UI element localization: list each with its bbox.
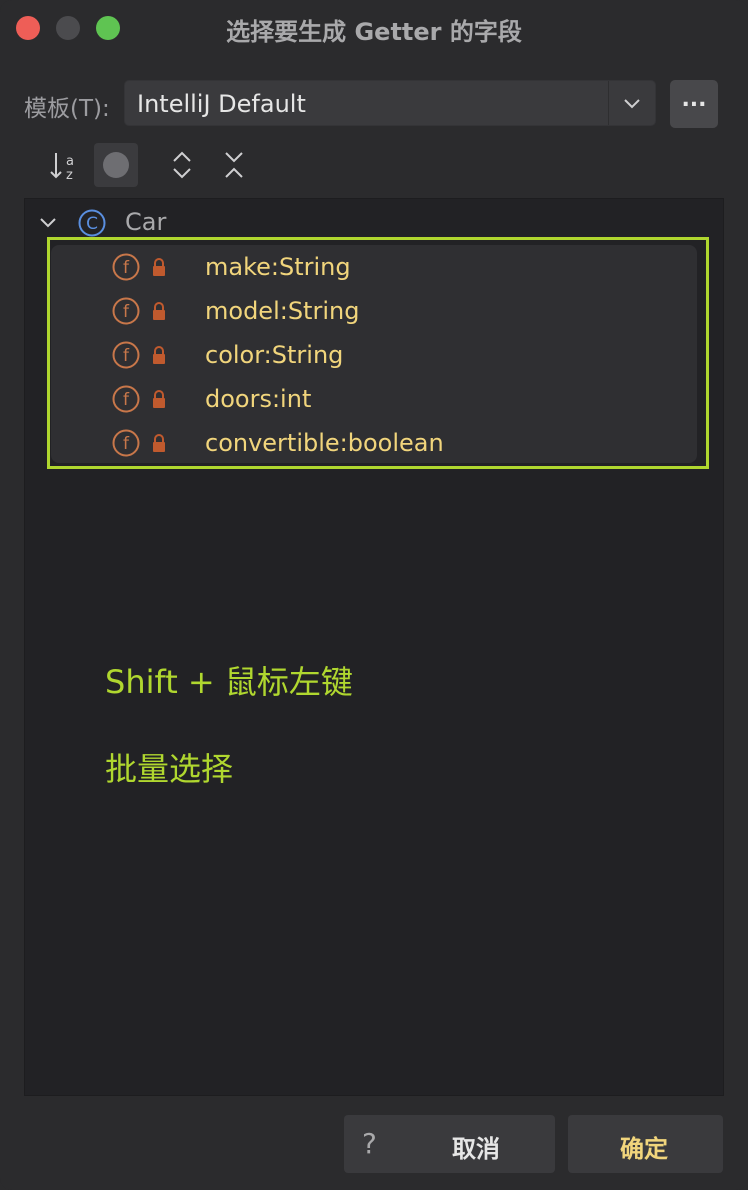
collapse-all-icon bbox=[225, 152, 243, 178]
selection-highlight bbox=[47, 237, 709, 469]
ok-button[interactable]: 确定 bbox=[568, 1115, 723, 1173]
expand-all-icon bbox=[173, 151, 191, 179]
cancel-label: 取消 bbox=[452, 1135, 500, 1163]
template-more-button[interactable]: ... bbox=[670, 80, 718, 128]
window-title: 选择要生成 Getter 的字段 bbox=[226, 18, 522, 46]
show-members-toggle[interactable] bbox=[94, 143, 138, 187]
generate-getter-dialog: 选择要生成 Getter 的字段 模板(T): IntelliJ Default… bbox=[0, 0, 748, 1190]
cancel-button[interactable]: ? 取消 bbox=[344, 1115, 555, 1173]
member-tree[interactable]: C Car f make:String f model:String f col… bbox=[24, 198, 724, 1096]
class-icon: C bbox=[78, 209, 106, 237]
annotation-line-2: 批量选择 bbox=[105, 750, 234, 788]
ok-label: 确定 bbox=[620, 1135, 668, 1163]
svg-text:a: a bbox=[66, 154, 74, 169]
annotation-line-1: Shift + 鼠标左键 bbox=[105, 663, 353, 701]
title-bar: 选择要生成 Getter 的字段 bbox=[0, 0, 748, 56]
expand-all-button[interactable] bbox=[160, 143, 204, 187]
class-name: Car bbox=[125, 208, 167, 236]
collapse-all-button[interactable] bbox=[212, 143, 256, 187]
help-icon[interactable]: ? bbox=[362, 1127, 377, 1160]
template-dropdown-button[interactable] bbox=[608, 81, 655, 125]
chevron-down-icon[interactable] bbox=[37, 211, 59, 233]
sort-alphabetically-button[interactable]: a z bbox=[42, 143, 86, 187]
sort-alpha-icon: a z bbox=[50, 153, 74, 183]
template-label: 模板(T): bbox=[24, 96, 110, 122]
circle-toggle-icon bbox=[103, 152, 129, 178]
template-select[interactable]: IntelliJ Default bbox=[124, 80, 656, 126]
svg-text:z: z bbox=[66, 168, 73, 183]
svg-text:C: C bbox=[86, 214, 98, 234]
chevron-down-icon bbox=[624, 99, 640, 109]
template-value: IntelliJ Default bbox=[137, 90, 306, 118]
